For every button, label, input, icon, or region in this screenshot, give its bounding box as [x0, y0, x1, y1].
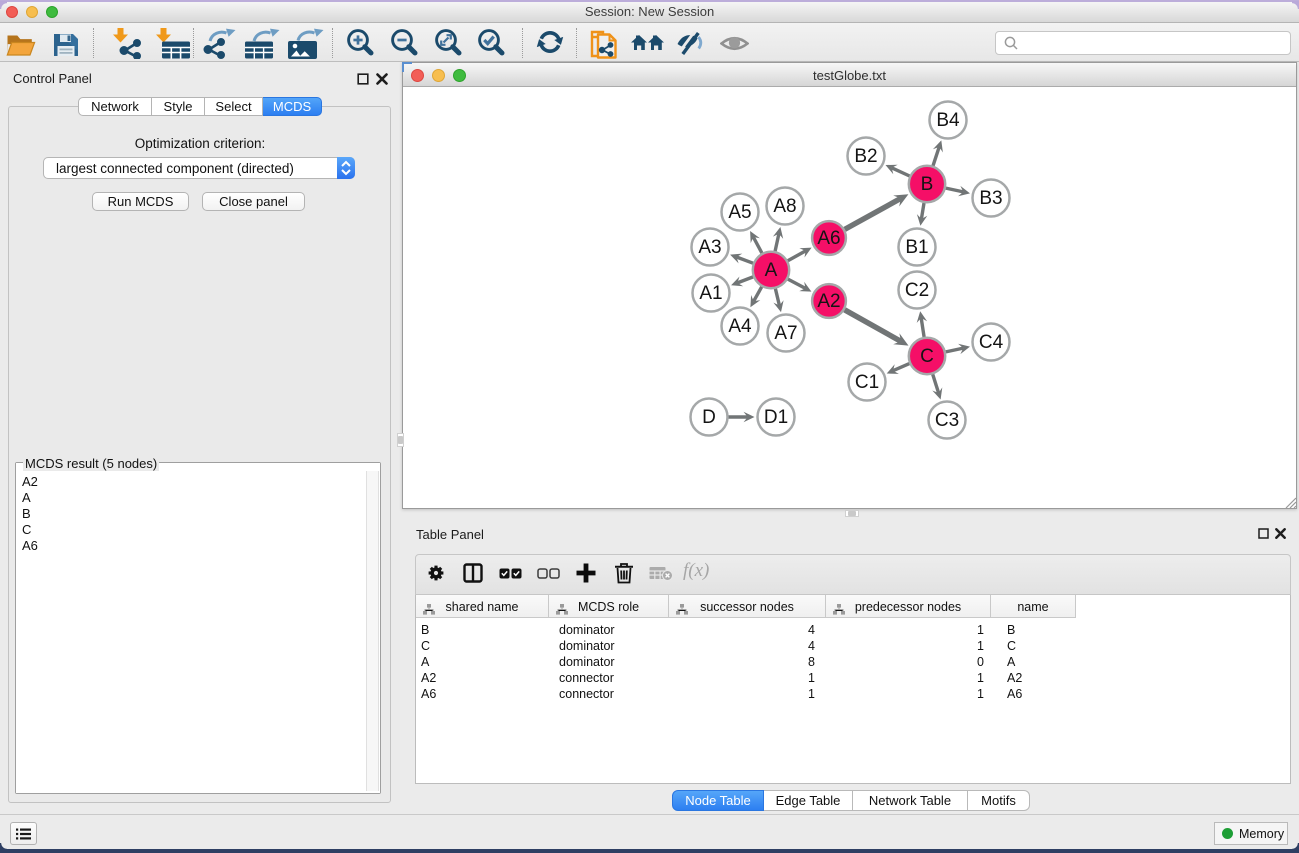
svg-text:C3: C3: [935, 410, 959, 431]
svg-text:C4: C4: [979, 332, 1004, 353]
svg-text:D: D: [702, 407, 716, 428]
svg-text:A8: A8: [773, 196, 796, 217]
svg-text:A2: A2: [817, 291, 840, 312]
svg-text:A1: A1: [699, 283, 722, 304]
svg-text:B: B: [921, 174, 934, 195]
svg-text:A5: A5: [728, 202, 751, 223]
svg-text:D1: D1: [764, 407, 788, 428]
svg-text:B2: B2: [854, 146, 877, 167]
svg-text:B1: B1: [905, 237, 928, 258]
svg-text:C1: C1: [855, 372, 879, 393]
svg-text:A7: A7: [774, 323, 797, 344]
svg-text:C2: C2: [905, 280, 929, 301]
svg-text:C: C: [920, 346, 934, 367]
svg-text:A4: A4: [728, 316, 752, 337]
svg-text:B4: B4: [936, 110, 960, 131]
svg-text:A6: A6: [817, 228, 840, 249]
svg-text:A: A: [765, 260, 778, 281]
svg-text:A3: A3: [698, 237, 721, 258]
svg-text:B3: B3: [979, 188, 1002, 209]
